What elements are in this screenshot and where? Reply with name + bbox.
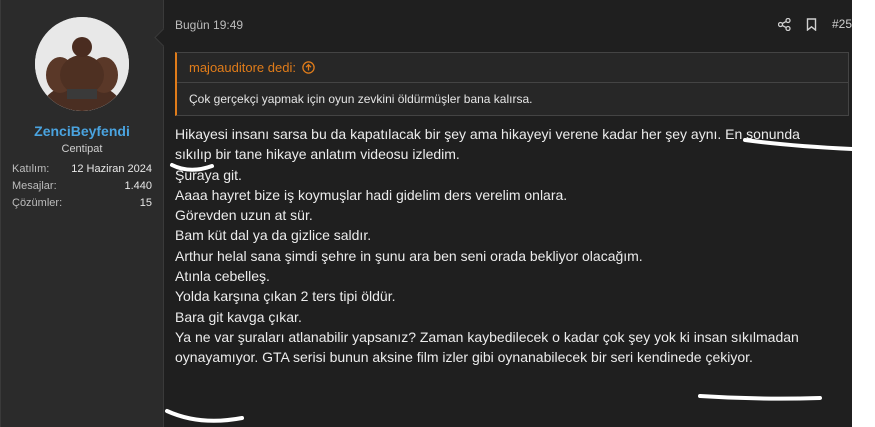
user-title: Centipat	[61, 143, 103, 155]
stat-label: Çözümler:	[12, 197, 63, 209]
content-line: sıkılıp bir tane hikaye anlatım videosu …	[175, 146, 460, 163]
stat-messages: Mesajlar: 1.440	[12, 180, 152, 197]
post-main: Bugün 19:49 #25 majoauditore dedi: Çok g…	[163, 0, 852, 427]
content-line: Bara git kavga çıkar.	[175, 308, 302, 325]
stat-value: 12 Haziran 2024	[71, 163, 152, 175]
content-line: Arthur helal sana şimdi şehre in şunu ar…	[175, 247, 643, 264]
quote-author[interactable]: majoauditore dedi:	[189, 60, 296, 75]
content-line: Yolda karşına çıkan 2 ters tipi öldür.	[175, 288, 396, 305]
quote-block: majoauditore dedi: Çok gerçekçi yapmak i…	[175, 52, 849, 116]
stat-value[interactable]: 1.440	[124, 180, 152, 197]
stat-joined: Katılım: 12 Haziran 2024	[12, 163, 152, 180]
share-icon[interactable]	[777, 17, 791, 31]
quote-text: Çok gerçekçi yapmak için oyun zevkini öl…	[189, 92, 533, 106]
user-stats: Katılım: 12 Haziran 2024 Mesajlar: 1.440…	[12, 163, 152, 214]
post-timestamp[interactable]: Bugün 19:49	[175, 18, 243, 32]
post-actions: #25	[763, 17, 852, 31]
stat-value[interactable]: 15	[140, 197, 152, 214]
content-line: Şuraya git.	[175, 166, 242, 183]
post-content: Hikayesi insanı sarsa bu da kapatılacak …	[175, 124, 850, 368]
content-line: Hikayesi insanı sarsa bu da kapatılacak …	[175, 126, 800, 142]
content-line: Ya ne var şuraları atlanabilir yapsanız?…	[175, 328, 799, 345]
quote-header: majoauditore dedi:	[177, 53, 848, 83]
stat-label: Mesajlar:	[12, 180, 57, 192]
user-info-panel: ZenciBeyfendi Centipat Katılım: 12 Hazir…	[1, 0, 164, 427]
avatar[interactable]	[35, 17, 129, 111]
content-line: Atınla cebelleş.	[175, 268, 270, 285]
content-line: Aaaa hayret bize iş koymuşlar hadi gidel…	[175, 186, 568, 203]
post-number[interactable]: #25	[832, 17, 852, 31]
arrow-up-circle-icon[interactable]	[302, 61, 315, 74]
avatar-image	[35, 17, 129, 111]
stat-label: Katılım:	[12, 163, 50, 175]
content-line: oynayamıyor. GTA serisi bunun aksine fil…	[175, 349, 753, 366]
stat-solutions: Çözümler: 15	[12, 197, 152, 214]
content-line: Görevden uzun at sür.	[175, 207, 313, 224]
content-line: Bam küt dal ya da gizlice saldır.	[175, 227, 372, 244]
bookmark-icon[interactable]	[806, 17, 817, 31]
username[interactable]: ZenciBeyfendi	[1, 123, 163, 139]
forum-post: ZenciBeyfendi Centipat Katılım: 12 Hazir…	[0, 0, 852, 427]
